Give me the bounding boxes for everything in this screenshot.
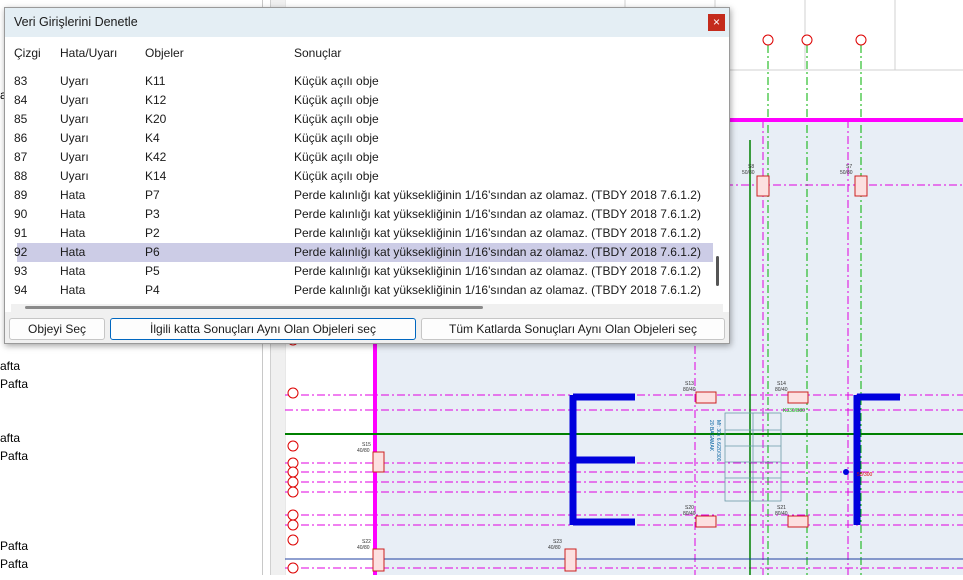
select-object-button[interactable]: Objeyi Seç (9, 318, 105, 340)
cell-result: Perde kalınlığı kat yüksekliğinin 1/16's… (294, 188, 701, 202)
cell-result: Küçük açılı obje (294, 93, 379, 107)
table-row[interactable]: 93 Hata P5 Perde kalınlığı kat yüksekliğini… (14, 262, 713, 281)
cell-type: Uyarı (60, 112, 89, 126)
cell-line: 90 (14, 207, 28, 221)
cell-type: Hata (60, 188, 86, 202)
cell-result: Perde kalınlığı kat yüksekliğinin 1/16's… (294, 264, 701, 278)
stair-annotation: 20 BASAMAK (708, 420, 714, 452)
left-item[interactable]: Pafta (0, 449, 28, 463)
table-row[interactable]: 87 Uyarı K42 Küçük açılı obje (14, 148, 713, 167)
cell-result: Perde kalınlığı kat yüksekliğinin 1/16's… (294, 245, 701, 259)
table-row[interactable]: 89 Hata P7 Perde kalınlığı kat yüksekliğini… (14, 186, 713, 205)
cell-type: Hata (60, 245, 86, 259)
column-header-type[interactable]: Hata/Uyarı (60, 46, 117, 60)
cell-object: K20 (145, 112, 167, 126)
vertical-scrollbar[interactable] (713, 42, 723, 304)
cell-object: P6 (145, 245, 160, 259)
column-size: 80/40 (775, 387, 788, 393)
cell-line: 91 (14, 226, 28, 240)
dialog-button-bar: Objeyi Seç İlgili katta Sonuçları Aynı O… (5, 312, 729, 343)
cell-line: 85 (14, 112, 28, 126)
cell-object: P4 (145, 283, 160, 297)
column-size: 40/80 (357, 448, 370, 454)
dialog-title: Veri Girişlerini Denetle (14, 15, 138, 29)
check-input-dialog: Veri Girişlerini Denetle × Çizgi Hata/Uy… (4, 7, 730, 344)
cell-line: 87 (14, 150, 28, 164)
green-annotation: K330/B80 (783, 408, 805, 414)
cell-result: Küçük açılı obje (294, 131, 379, 145)
table-row[interactable]: 91 Hata P2 Perde kalınlığı kat yüksekliğini… (14, 224, 713, 243)
cell-line: 93 (14, 264, 28, 278)
left-item[interactable]: afta (0, 431, 20, 445)
cell-object: K14 (145, 169, 167, 183)
cell-line: 92 (14, 245, 28, 259)
select-all-floors-button[interactable]: Tüm Katlarda Sonuçları Aynı Olan Objeler… (421, 318, 725, 340)
table-row[interactable]: 88 Uyarı K14 Küçük açılı obje (14, 167, 713, 186)
left-item[interactable]: Pafta (0, 539, 28, 553)
results-list[interactable]: Çizgi Hata/Uyarı Objeler Sonuçlar 83 Uyar… (11, 42, 713, 304)
column-header-line[interactable]: Çizgi (14, 46, 41, 60)
column-size: 80/40 (683, 387, 696, 393)
table-row[interactable]: 90 Hata P3 Perde kalınlığı kat yüksekliğini… (14, 205, 713, 224)
cell-type: Uyarı (60, 169, 89, 183)
node-marker (843, 469, 849, 475)
red-annotation: 50/300 (857, 472, 873, 478)
cell-object: K4 (145, 131, 160, 145)
table-row[interactable]: 94 Hata P4 Perde kalınlığı kat yüksekliğini… (14, 281, 713, 300)
stair-annotation: Mf: 30x 6.6/20/300 (715, 420, 721, 462)
table-row[interactable]: 83 Uyarı K11 Küçük açılı obje (14, 72, 713, 91)
column-size: 80/40 (683, 511, 696, 517)
cell-object: K12 (145, 93, 167, 107)
cell-line: 84 (14, 93, 28, 107)
column-size: 80/40 (775, 511, 788, 517)
select-same-floor-button[interactable]: İlgili katta Sonuçları Aynı Olan Objeler… (110, 318, 416, 340)
cell-line: 94 (14, 283, 28, 297)
cell-type: Hata (60, 226, 86, 240)
cell-type: Uyarı (60, 93, 89, 107)
cell-type: Uyarı (60, 131, 89, 145)
cell-result: Perde kalınlığı kat yüksekliğinin 1/16's… (294, 207, 701, 221)
cell-type: Uyarı (60, 74, 89, 88)
axis-bubbles-left (287, 334, 299, 574)
cell-object: K11 (145, 74, 166, 88)
vertical-scroll-thumb[interactable] (716, 256, 719, 286)
table-row[interactable]: 85 Uyarı K20 Küçük açılı obje (14, 110, 713, 129)
cell-result: Küçük açılı obje (294, 169, 379, 183)
close-button[interactable]: × (708, 14, 725, 31)
cell-type: Uyarı (60, 150, 89, 164)
cell-object: P5 (145, 264, 160, 278)
left-item[interactable]: Pafta (0, 377, 28, 391)
left-item[interactable]: afta (0, 359, 20, 373)
cell-line: 88 (14, 169, 28, 183)
column-size: 40/80 (548, 545, 561, 551)
axis-bubbles-top (762, 34, 867, 46)
left-item[interactable]: Pafta (0, 557, 28, 571)
cell-object: P3 (145, 207, 160, 221)
cell-type: Hata (60, 283, 86, 297)
table-row[interactable]: 92 Hata P6 Perde kalınlığı kat yüksekliğini… (14, 243, 713, 262)
cell-type: Hata (60, 264, 86, 278)
cell-line: 86 (14, 131, 28, 145)
cell-object: K42 (145, 150, 167, 164)
table-row[interactable]: 86 Uyarı K4 Küçük açılı obje (14, 129, 713, 148)
column-header-results[interactable]: Sonuçlar (294, 46, 341, 60)
cell-result: Küçük açılı obje (294, 150, 379, 164)
cell-result: Perde kalınlığı kat yüksekliğinin 1/16's… (294, 226, 701, 240)
column-size: 40/80 (357, 545, 370, 551)
cell-line: 89 (14, 188, 28, 202)
table-row[interactable]: 84 Uyarı K12 Küçük açılı obje (14, 91, 713, 110)
cell-object: P7 (145, 188, 160, 202)
cell-result: Perde kalınlığı kat yüksekliğinin 1/16's… (294, 283, 701, 297)
column-size: 50/80 (742, 170, 755, 176)
cell-object: P2 (145, 226, 160, 240)
cell-result: Küçük açılı obje (294, 112, 379, 126)
column-header-objects[interactable]: Objeler (145, 46, 184, 60)
cell-line: 83 (14, 74, 28, 88)
cell-type: Hata (60, 207, 86, 221)
dialog-titlebar[interactable]: Veri Girişlerini Denetle × (5, 8, 729, 37)
horizontal-scroll-thumb[interactable] (25, 306, 483, 309)
horizontal-scrollbar[interactable] (11, 304, 723, 312)
cell-result: Küçük açılı obje (294, 74, 379, 88)
column-size: 50/80 (840, 170, 853, 176)
